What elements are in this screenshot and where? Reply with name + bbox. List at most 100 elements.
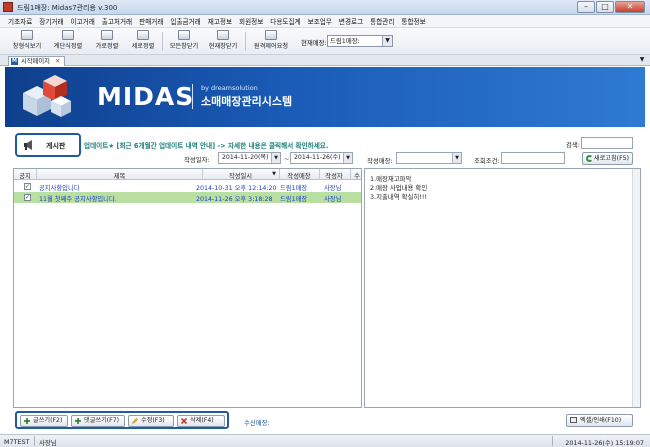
- menu-item-sales-trade[interactable]: 판매거래: [139, 16, 163, 26]
- close-all-windows-button[interactable]: 모든창닫기: [166, 30, 202, 53]
- board-title: 게시판: [46, 142, 66, 150]
- close-current-window-icon: [217, 30, 229, 40]
- menu-item-inventory-info[interactable]: 재고정보: [208, 16, 232, 26]
- cascade-label: 계단식정렬: [53, 43, 83, 50]
- notice-checkbox[interactable]: ✓: [24, 194, 31, 201]
- tab-start-page-label: 시작페이지: [21, 58, 50, 65]
- edit-button-label: 수정(F3): [141, 417, 165, 424]
- window-view-label: 창형식보기: [12, 43, 42, 50]
- plus-icon: [75, 418, 81, 424]
- minimize-button[interactable]: –: [577, 1, 595, 13]
- current-store-select[interactable]: 드림1매장: ▼: [327, 35, 393, 47]
- midas-logo-text: MIDAS: [97, 82, 195, 111]
- tile-vertical-icon: [137, 30, 149, 40]
- content-scrollbar[interactable]: [632, 169, 640, 407]
- current-store-value: 드림1매장:: [330, 37, 360, 45]
- delete-button[interactable]: 삭제(F4): [177, 415, 225, 427]
- menu-item-long-term-trade[interactable]: 장기거래: [39, 16, 63, 26]
- window-view-button[interactable]: 창형식보기: [10, 30, 44, 53]
- midas-banner: MIDAS by dreamsolution 소매매장관리시스템: [5, 67, 645, 127]
- chevron-down-icon: ▼: [452, 153, 461, 163]
- menu-item-transfer-trade[interactable]: 이고거래: [71, 16, 95, 26]
- date-to-value: 2014-11-26(수): [294, 154, 341, 161]
- menu-item-shipping-trade[interactable]: 출고처거래: [102, 16, 132, 26]
- status-user: 사장님: [39, 439, 57, 447]
- excel-print-label: 엑셀/인쇄(F10): [580, 417, 622, 424]
- date-from-picker[interactable]: 2014-11-20(목) ▼: [218, 152, 281, 164]
- writer-store-select[interactable]: ▼: [396, 152, 462, 164]
- close-button[interactable]: ✕: [615, 1, 645, 13]
- excel-print-button[interactable]: 엑셀/인쇄(F10): [566, 414, 633, 427]
- remote-control-request-button[interactable]: 원격제어요청: [250, 30, 292, 53]
- tile-horizontal-button[interactable]: 가로정렬: [92, 30, 122, 53]
- row-datetime: 2014-11-26 오후 3:18:28: [196, 196, 273, 203]
- title-bar: 드림1매장: Midas7관리용 v.300 – □ ✕: [0, 0, 650, 15]
- close-current-window-button[interactable]: 현재창닫기: [205, 30, 241, 53]
- receive-store-label: 수신매장:: [244, 419, 270, 427]
- refresh-button-label: 새로고침(F5): [593, 155, 629, 162]
- date-from-value: 2014-11-20(목): [222, 154, 269, 161]
- column-header-store[interactable]: 작성매장: [279, 171, 319, 180]
- chevron-down-icon: ▼: [343, 153, 352, 163]
- menu-item-change-log[interactable]: 변경로그: [339, 16, 363, 26]
- cascade-icon: [62, 30, 74, 40]
- menu-item-member-info[interactable]: 회원정보: [239, 16, 263, 26]
- row-author: 사장님: [324, 185, 342, 192]
- date-range-separator: ~: [284, 155, 290, 163]
- menu-item-basic-data[interactable]: 기초자료: [8, 16, 32, 26]
- menu-item-support-tasks[interactable]: 보조업무: [308, 16, 332, 26]
- tile-vertical-button[interactable]: 세로정렬: [128, 30, 158, 53]
- update-notice-link[interactable]: 업데이트★ [최근 6개월간 업데이트 내역 안내] -> 자세한 내용은 클릭…: [84, 140, 328, 150]
- table-row[interactable]: ✓ 공지사항입니다 2014-10-31 오후 12:14:20 드림1매장 사…: [14, 181, 361, 192]
- write-button[interactable]: 글쓰기(F2): [20, 415, 68, 427]
- app-icon: [3, 2, 13, 12]
- board-button[interactable]: 게시판: [15, 133, 81, 157]
- row-datetime: 2014-10-31 오후 12:14:20: [196, 185, 277, 192]
- refresh-icon: [586, 155, 593, 162]
- remote-control-label: 원격제어요청: [253, 43, 289, 50]
- query-condition-input[interactable]: [501, 152, 565, 164]
- date-to-picker[interactable]: 2014-11-26(수) ▼: [290, 152, 353, 164]
- close-tab-icon[interactable]: ✕: [55, 58, 60, 65]
- banner-subtitle: 소매매장관리시스템: [201, 95, 293, 108]
- window-title: 드림1매장: Midas7관리용 v.300: [17, 4, 118, 12]
- delete-button-label: 삭제(F4): [190, 417, 214, 424]
- speaker-icon: [24, 140, 32, 150]
- table-row[interactable]: ✓ 11월 첫째주 공지사항입니다. 2014-11-26 오후 3:18:28…: [14, 192, 361, 203]
- cubes-logo-graphic: [23, 75, 71, 117]
- document-tab-strip: M 시작페이지 ✕ ▼: [0, 55, 650, 66]
- notice-checkbox[interactable]: ✓: [24, 183, 31, 190]
- column-header-datetime[interactable]: 작성일시: [202, 171, 279, 180]
- row-store: 드림1매장: [280, 185, 308, 192]
- remote-control-icon: [265, 30, 277, 40]
- menu-item-integrated-mgmt[interactable]: 통합관리: [370, 16, 394, 26]
- close-all-windows-icon: [178, 30, 190, 40]
- row-store: 드림1매장: [280, 196, 308, 203]
- pencil-icon: [132, 418, 138, 424]
- tab-list-dropdown-icon[interactable]: ▼: [638, 56, 646, 64]
- cascade-button[interactable]: 계단식정렬: [50, 30, 86, 53]
- chevron-down-icon: ▼: [271, 153, 280, 163]
- banner-by-text: by dreamsolution: [201, 84, 258, 92]
- row-title[interactable]: 공지사항입니다: [39, 183, 80, 192]
- refresh-button[interactable]: 새로고침(F5): [582, 152, 633, 165]
- menu-item-multi-summary[interactable]: 다용도집계: [270, 16, 300, 26]
- notice-list-grid: 공지 제목 작성일시 ▼ 작성매장 작성자 수 ✓ 공지사항입니다 2014-1…: [13, 168, 362, 408]
- row-title[interactable]: 11월 첫째주 공지사항입니다.: [39, 194, 117, 203]
- column-header-notice[interactable]: 공지: [16, 171, 34, 180]
- delete-x-icon: [181, 418, 187, 424]
- search-input[interactable]: [581, 137, 633, 149]
- edit-button[interactable]: 수정(F3): [128, 415, 174, 427]
- reply-button[interactable]: 댓글쓰기(F7): [71, 415, 125, 427]
- column-header-title[interactable]: 제목: [37, 171, 202, 180]
- column-header-author[interactable]: 작성자: [319, 171, 349, 180]
- maximize-button[interactable]: □: [596, 1, 614, 13]
- menu-item-integrated-info[interactable]: 통합정보: [401, 16, 425, 26]
- list-header: 공지 제목 작성일시 ▼ 작성매장 작성자 수: [14, 169, 361, 180]
- menu-item-deposit-trade[interactable]: 입출금거래: [170, 16, 200, 26]
- tab-start-page[interactable]: M 시작페이지 ✕: [8, 56, 66, 66]
- column-header-count[interactable]: 수: [351, 171, 361, 180]
- close-all-windows-label: 모든창닫기: [169, 43, 199, 50]
- date-label: 작성일자:: [184, 156, 210, 164]
- notice-content-viewer[interactable]: 1.매장재고파악 2.매장 사업내용 확인 3.지출내역 확실히!!!: [364, 168, 641, 408]
